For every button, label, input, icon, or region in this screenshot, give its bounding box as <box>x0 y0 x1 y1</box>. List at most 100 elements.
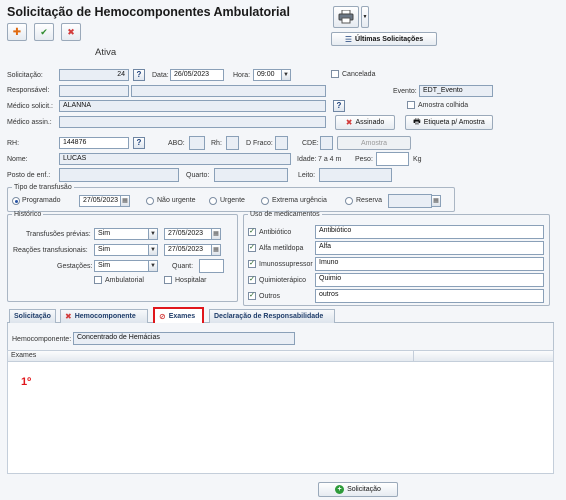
data-field[interactable]: 26/05/2023 <box>170 69 224 81</box>
reacoes-date[interactable]: 27/05/2023 <box>164 244 212 256</box>
printer-icon <box>338 10 354 24</box>
hemocomponente-label: Hemocomponente: <box>12 336 72 343</box>
calendar-icon[interactable]: ▦ <box>120 195 130 207</box>
reacoes-select[interactable]: Sim <box>94 244 150 256</box>
programado-label: Programado <box>22 197 61 204</box>
exames-column-header: Exames <box>11 352 37 359</box>
medicamentos-legend: Uso de medicamentos <box>250 211 320 218</box>
close-icon: ✖ <box>345 118 353 127</box>
confirm-button[interactable]: ✔ <box>34 23 54 41</box>
hora-label: Hora: <box>233 72 251 79</box>
rh-help-button[interactable]: ? <box>133 137 145 149</box>
exames-grid-header <box>7 350 554 362</box>
cancel-button[interactable]: ✖ <box>61 23 81 41</box>
reserva-radio[interactable] <box>345 197 353 205</box>
peso-field[interactable] <box>376 152 409 166</box>
antibiotico-field[interactable]: Antibiótico <box>315 225 544 239</box>
quimioterapico-label: Quimioterápico <box>259 277 307 284</box>
chevron-down-icon[interactable]: ▼ <box>148 260 158 272</box>
quimioterapico-checkbox[interactable]: ✓ <box>248 276 256 284</box>
transfusoes-previas-date[interactable]: 27/05/2023 <box>164 228 212 240</box>
gestacoes-label: Gestações: <box>57 263 93 270</box>
transfusoes-previas-select[interactable]: Sim <box>94 228 150 240</box>
solicitacao-footer-label: Solicitação <box>347 486 381 493</box>
chevron-down-icon[interactable]: ▼ <box>148 244 158 256</box>
idade-label: Idade: <box>297 156 317 163</box>
rh-factor-field[interactable] <box>226 136 239 150</box>
etiqueta-label: Etiqueta p/ Amostra <box>423 119 485 126</box>
tab-declaracao-label: Declaração de Responsabilidade <box>214 313 324 320</box>
cancelada-checkbox[interactable] <box>331 70 339 78</box>
extrema-urgencia-radio[interactable] <box>261 197 269 205</box>
assinado-label: Assinado <box>355 119 385 126</box>
imunossupressor-field[interactable]: Imuno <box>315 257 544 271</box>
responsavel-code-field[interactable] <box>59 85 129 97</box>
tab-hemocomponente[interactable]: ✖ Hemocomponente <box>60 309 148 323</box>
d-fraco-field[interactable] <box>275 136 288 150</box>
programado-radio[interactable] <box>12 197 20 205</box>
medico-solicitante-label: Médico solicit.: <box>7 103 53 110</box>
hospitalar-label: Hospitalar <box>175 277 207 284</box>
solicitacao-footer-button[interactable]: + Solicitação <box>318 482 398 497</box>
ambulatorial-checkbox[interactable] <box>94 276 102 284</box>
exames-grid[interactable] <box>7 350 554 474</box>
nome-field[interactable]: LUCAS <box>59 153 291 165</box>
abo-field[interactable] <box>189 136 205 150</box>
reserva-date-field[interactable] <box>388 194 432 208</box>
outros-checkbox[interactable]: ✓ <box>248 292 256 300</box>
extrema-urgencia-label: Extrema urgência <box>272 197 327 204</box>
tab-declaracao[interactable]: Declaração de Responsabilidade <box>209 309 335 323</box>
cde-field[interactable] <box>320 136 333 150</box>
ultimas-solicitacoes-button[interactable]: ☰ Últimas Solicitações <box>331 32 437 46</box>
calendar-icon[interactable]: ▦ <box>211 244 221 256</box>
quant-field[interactable] <box>199 259 224 273</box>
evento-field[interactable]: EDT_Evento <box>419 85 493 97</box>
medico-assinante-field[interactable] <box>59 116 326 128</box>
posto-label: Posto de enf.: <box>7 172 51 179</box>
quimioterapico-field[interactable]: Quimio <box>315 273 544 287</box>
tipo-transfusao-legend: Tipo de transfusão <box>14 184 72 191</box>
medico-help-button[interactable]: ? <box>333 100 345 112</box>
amostra-button[interactable]: Amostra <box>337 136 411 150</box>
outros-label: Outros <box>259 293 281 300</box>
amostra-colhida-checkbox[interactable] <box>407 101 415 109</box>
quarto-field[interactable] <box>214 168 288 182</box>
alfa-metildopa-field[interactable]: Alfa <box>315 241 544 255</box>
antibiotico-label: Antibiótico <box>259 229 292 236</box>
antibiotico-checkbox[interactable]: ✓ <box>248 228 256 236</box>
nome-label: Nome: <box>7 156 28 163</box>
assinado-button[interactable]: ✖ Assinado <box>335 115 395 130</box>
programado-date-field[interactable]: 27/05/2023 <box>79 195 121 207</box>
urgente-radio[interactable] <box>209 197 217 205</box>
hora-field[interactable]: 09:00 <box>253 69 283 81</box>
leito-field[interactable] <box>319 168 392 182</box>
hospitalar-checkbox[interactable] <box>164 276 172 284</box>
calendar-icon[interactable]: ▦ <box>431 195 441 207</box>
rh-field[interactable]: 144876 <box>59 137 129 149</box>
printer-icon: 🖶 <box>413 116 421 126</box>
chevron-down-icon[interactable]: ▼ <box>148 228 158 240</box>
solicitacao-help-button[interactable]: ? <box>133 69 145 81</box>
posto-field[interactable] <box>59 168 179 182</box>
outros-field[interactable]: outros <box>315 289 544 303</box>
etiqueta-amostra-button[interactable]: 🖶 Etiqueta p/ Amostra <box>405 115 493 130</box>
hemocomponente-field[interactable]: Concentrado de Hemácias <box>73 332 295 345</box>
ambulatorial-label: Ambulatorial <box>105 277 144 284</box>
alfa-metildopa-checkbox[interactable]: ✓ <box>248 244 256 252</box>
print-dropdown-button[interactable]: ▼ <box>361 6 369 28</box>
reacoes-label: Reações transfusionais: <box>13 247 88 254</box>
list-icon: ☰ <box>344 34 353 44</box>
medico-solicitante-field[interactable]: ALANNA <box>59 100 326 112</box>
solicitacao-field[interactable]: 24 <box>59 69 129 81</box>
imunossupressor-checkbox[interactable]: ✓ <box>248 260 256 268</box>
tab-solicitacao[interactable]: Solicitação <box>9 309 56 323</box>
calendar-icon[interactable]: ▦ <box>211 228 221 240</box>
data-label: Data: <box>152 72 169 79</box>
gestacoes-select[interactable]: Sim <box>94 260 150 272</box>
responsavel-name-field[interactable] <box>131 85 326 97</box>
nao-urgente-radio[interactable] <box>146 197 154 205</box>
add-button[interactable]: ✚ <box>7 23 27 41</box>
hora-dropdown-button[interactable]: ▼ <box>281 69 291 81</box>
print-button[interactable] <box>333 6 359 28</box>
abo-label: ABO: <box>168 140 185 147</box>
